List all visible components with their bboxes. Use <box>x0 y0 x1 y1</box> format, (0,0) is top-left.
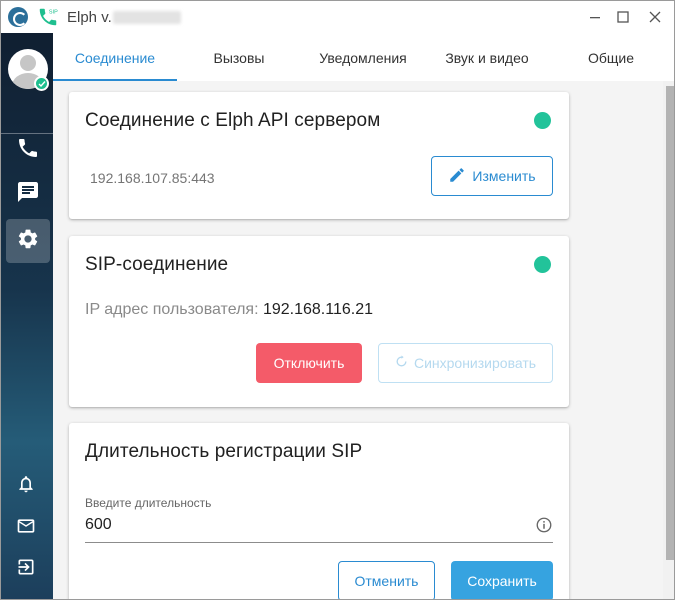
bell-icon <box>16 474 36 499</box>
sidebar-item-notifications[interactable] <box>15 475 37 497</box>
registration-card-title: Длительность регистрации SIP <box>85 441 363 462</box>
phone-icon <box>16 136 40 165</box>
pencil-icon <box>448 166 466 187</box>
mail-icon <box>16 516 36 541</box>
edit-button-label: Изменить <box>472 168 536 184</box>
tab-connection[interactable]: Соединение <box>53 33 177 83</box>
api-status-indicator <box>534 112 551 129</box>
duration-field-underline <box>85 542 553 543</box>
sidebar-item-calls[interactable] <box>6 128 50 172</box>
tab-notifications[interactable]: Уведомления <box>301 33 425 83</box>
user-ip-line: IP адрес пользователя: 192.168.116.21 <box>85 301 373 319</box>
scrollbar-thumb[interactable] <box>666 86 674 560</box>
close-button[interactable] <box>640 1 670 33</box>
app-name: Elph v. <box>67 9 112 26</box>
sip-status-indicator <box>534 256 551 273</box>
chat-icon <box>16 180 40 209</box>
api-card-title: Соединение с Elph API сервером <box>85 110 381 131</box>
window-title: Elph v. <box>67 9 112 26</box>
duration-input[interactable]: 600 <box>85 516 112 534</box>
disconnect-button[interactable]: Отключить <box>256 343 362 383</box>
sip-phone-icon: SIP <box>37 6 59 28</box>
info-icon[interactable] <box>535 516 553 534</box>
tab-audio-video[interactable]: Звук и видео <box>425 33 549 83</box>
online-status-badge <box>34 76 49 91</box>
maximize-button[interactable] <box>608 1 638 33</box>
registration-duration-card: Длительность регистрации SIP Введите дли… <box>69 423 569 599</box>
api-server-address: 192.168.107.85:443 <box>90 170 215 186</box>
edit-server-button[interactable]: Изменить <box>431 156 553 196</box>
sidebar-item-settings[interactable] <box>6 219 50 263</box>
save-button[interactable]: Сохранить <box>451 561 553 599</box>
user-ip-label: IP адрес пользователя: <box>85 301 259 318</box>
minimize-button[interactable] <box>580 1 610 33</box>
user-ip-value: 192.168.116.21 <box>262 301 373 318</box>
svg-text:SIP: SIP <box>49 9 58 15</box>
gear-icon <box>16 227 40 256</box>
sidebar-item-mail[interactable] <box>15 517 37 539</box>
sip-connection-card: SIP-соединение IP адрес пользователя: 19… <box>69 236 569 407</box>
duration-field-label: Введите длительность <box>85 496 212 510</box>
sidebar-item-logout[interactable] <box>15 558 37 580</box>
sip-card-title: SIP-соединение <box>85 254 229 275</box>
sync-button[interactable]: Синхронизировать <box>378 343 553 383</box>
settings-tabs: Соединение Вызовы Уведомления Звук и вид… <box>53 33 674 83</box>
app-version <box>113 11 181 24</box>
tab-general[interactable]: Общие <box>549 33 673 83</box>
api-connection-card: Соединение с Elph API сервером 192.168.1… <box>69 92 569 219</box>
sidebar-item-chat[interactable] <box>6 172 50 216</box>
sync-button-label: Синхронизировать <box>413 355 537 371</box>
elph-logo-icon <box>8 7 28 27</box>
logout-icon <box>16 557 36 582</box>
sync-icon <box>395 355 408 371</box>
cancel-button[interactable]: Отменить <box>338 561 435 599</box>
title-bar: SIP Elph v. <box>1 1 674 33</box>
app-window: SIP Elph v. Соединение Вызовы Уведомлени… <box>0 0 675 600</box>
tab-calls[interactable]: Вызовы <box>177 33 301 83</box>
sidebar <box>1 33 53 599</box>
